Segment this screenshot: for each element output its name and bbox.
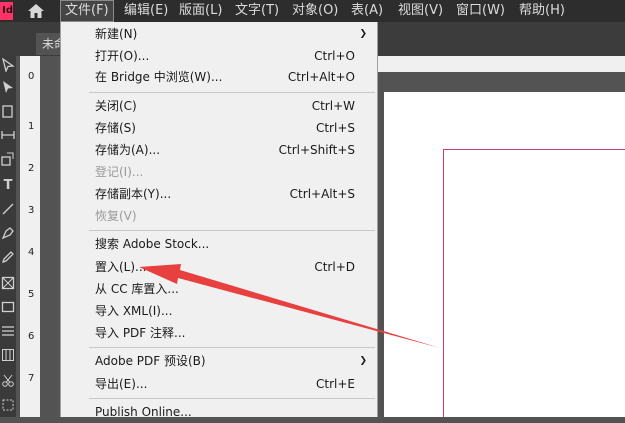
menu-item-label: 存储(S) (95, 121, 136, 135)
menu-edit[interactable]: 编辑(E) (120, 0, 172, 22)
menu-item-publish-online[interactable]: Publish Online... (61, 402, 377, 423)
horizontal-ruler[interactable] (376, 56, 625, 72)
ruler-number: 6 (28, 331, 35, 342)
menu-item-export[interactable]: 导出(E)... Ctrl+E (61, 374, 377, 395)
menu-item-shortcut: Ctrl+D (314, 260, 355, 274)
submenu-arrow-icon: ❯ (359, 356, 367, 366)
menu-item-revert: 恢复(V) (61, 206, 377, 227)
menu-item-label: 导入 XML(I)... (95, 304, 173, 318)
margin-guide-top (443, 149, 625, 150)
menu-item-import-pdf-comments[interactable]: 导入 PDF 注释... (61, 323, 377, 344)
menu-item-shortcut: Ctrl+Alt+O (287, 70, 355, 84)
menu-object[interactable]: 对象(O) (288, 0, 342, 22)
menu-bar: Id 文件(F) 编辑(E) 版面(L) 文字(T) 对象(O) 表(A) 视图… (0, 0, 625, 22)
rectangle-frame-tool-icon[interactable] (0, 276, 16, 292)
grid-tool-icon[interactable] (0, 348, 16, 364)
menu-separator (89, 92, 375, 93)
menu-item-open[interactable]: 打开(O)... Ctrl+O (61, 46, 377, 67)
menu-separator (89, 347, 375, 348)
submenu-arrow-icon: ❯ (359, 29, 367, 39)
margin-guide-left (443, 149, 444, 417)
menu-item-shortcut: Ctrl+O (314, 49, 355, 63)
menu-item-save[interactable]: 存储(S) Ctrl+S (61, 118, 377, 139)
menu-item-save-as[interactable]: 存储为(A)... Ctrl+Shift+S (61, 140, 377, 161)
menu-item-label: 存储为(A)... (95, 143, 161, 157)
menu-item-label: 存储副本(Y)... (95, 187, 172, 201)
pencil-tool-icon[interactable] (0, 250, 16, 266)
menu-item-shortcut: Ctrl+Shift+S (278, 143, 355, 157)
menu-item-label: 搜索 Adobe Stock... (95, 237, 210, 251)
vertical-ruler[interactable]: 0 1 2 3 4 5 6 7 (20, 56, 40, 417)
menu-item-label: 打开(O)... (95, 49, 150, 63)
menu-item-label: 在 Bridge 中浏览(W)... (95, 70, 223, 84)
menu-table[interactable]: 表(A) (347, 0, 387, 22)
indesign-logo: Id (0, 2, 13, 20)
menu-item-shortcut: Ctrl+W (311, 99, 355, 113)
menu-type[interactable]: 文字(T) (231, 0, 283, 22)
content-collector-icon[interactable] (0, 152, 16, 168)
menu-item-label: Publish Online... (95, 405, 192, 419)
menu-file[interactable]: 文件(F) (60, 0, 114, 22)
menu-layout[interactable]: 版面(L) (175, 0, 226, 22)
menu-item-new[interactable]: 新建(N) ❯ (61, 24, 377, 45)
menu-item-shortcut: Ctrl+S (315, 121, 355, 135)
ruler-number: 3 (28, 205, 35, 216)
menu-item-place[interactable]: 置入(L)... Ctrl+D (61, 257, 377, 278)
menu-view[interactable]: 视图(V) (394, 0, 447, 22)
baidu-watermark-url: jingyan.baidu.com (512, 388, 614, 401)
ruler-number: 0 (28, 71, 35, 82)
baidu-watermark: Baidu 经验 (478, 366, 579, 387)
menu-item-label: 关闭(C) (95, 99, 137, 113)
file-menu-dropdown: 新建(N) ❯ 打开(O)... Ctrl+O 在 Bridge 中浏览(W).… (60, 22, 378, 419)
menu-item-shortcut: Ctrl+Alt+S (289, 187, 355, 201)
menu-item-browse-bridge[interactable]: 在 Bridge 中浏览(W)... Ctrl+Alt+O (61, 67, 377, 88)
gap-tool-icon[interactable] (0, 128, 16, 144)
home-icon[interactable] (27, 3, 45, 19)
menu-item-import-xml[interactable]: 导入 XML(I)... (61, 301, 377, 322)
pen-tool-icon[interactable] (0, 226, 16, 242)
ruler-number: 1 (28, 121, 35, 132)
menu-item-label: 登记(I)... (95, 165, 144, 179)
menu-item-save-copy[interactable]: 存储副本(Y)... Ctrl+Alt+S (61, 184, 377, 205)
scissors-tool-icon[interactable] (0, 374, 16, 390)
menu-item-label: Adobe PDF 预设(B) (95, 354, 206, 368)
menu-item-search-adobe-stock[interactable]: 搜索 Adobe Stock... (61, 234, 377, 255)
ruler-number: 4 (28, 247, 35, 258)
menu-window[interactable]: 窗口(W) (452, 0, 509, 22)
ruler-number: 5 (28, 289, 35, 300)
tools-panel: T (0, 56, 16, 417)
menu-separator (89, 398, 375, 399)
menu-item-label: 恢复(V) (95, 209, 137, 223)
menu-item-label: 导入 PDF 注释... (95, 326, 186, 340)
menu-separator (89, 230, 375, 231)
menu-help[interactable]: 帮助(H) (515, 0, 569, 22)
menu-item-label: 从 CC 库置入... (95, 282, 179, 296)
menu-item-check-in: 登记(I)... (61, 162, 377, 183)
ruler-number: 7 (28, 373, 35, 384)
table-tool-icon[interactable] (0, 324, 16, 340)
selection-tool-icon[interactable] (0, 57, 16, 74)
rectangle-tool-icon[interactable] (0, 300, 16, 316)
menu-item-label: 新建(N) (95, 27, 138, 41)
type-tool-icon[interactable]: T (0, 178, 16, 194)
menu-item-label: 导出(E)... (95, 377, 148, 391)
page-tool-icon[interactable] (0, 104, 16, 120)
menu-item-shortcut: Ctrl+E (316, 377, 355, 391)
free-transform-tool-icon[interactable] (0, 398, 16, 414)
menu-item-label: 置入(L)... (95, 260, 147, 274)
ruler-number: 2 (28, 163, 35, 174)
line-tool-icon[interactable] (0, 202, 16, 218)
menu-item-adobe-pdf-presets[interactable]: Adobe PDF 预设(B) ❯ (61, 351, 377, 372)
menu-item-close[interactable]: 关闭(C) Ctrl+W (61, 96, 377, 117)
direct-selection-tool-icon[interactable] (0, 80, 16, 96)
menu-item-place-from-cc-library[interactable]: 从 CC 库置入... (61, 279, 377, 300)
